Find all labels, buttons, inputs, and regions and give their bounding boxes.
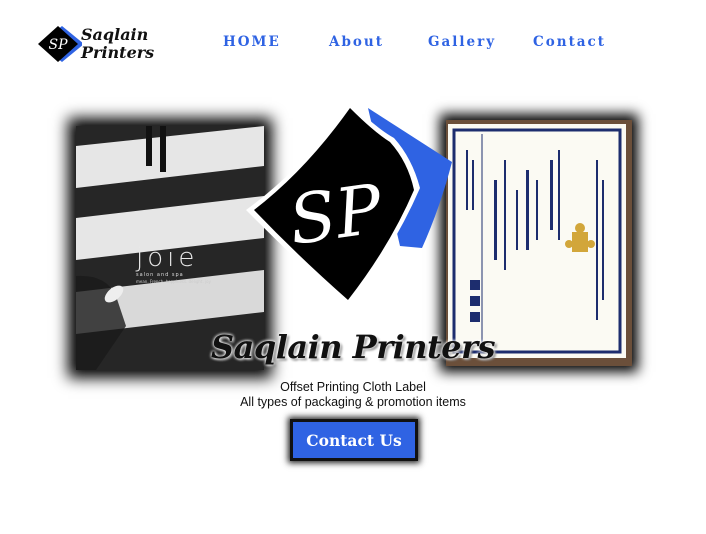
nav-gallery[interactable]: Gallery: [428, 34, 496, 50]
hero-tagline: Offset Printing Cloth Label All types of…: [0, 380, 706, 410]
nav-contact[interactable]: Contact: [533, 34, 606, 50]
svg-text:SP: SP: [284, 170, 388, 261]
salon-flyer-text: joie salon and spa mean. French. happine…: [136, 244, 216, 285]
main-nav: HOME About Gallery Contact: [0, 34, 706, 56]
flyer-tagline: mean. French. happiness. delight. joy: [136, 279, 211, 284]
sp-big-logo-icon: SP: [246, 102, 452, 308]
header: SP Saqlain Printers HOME About Gallery C…: [0, 0, 706, 90]
flyer-word: joie: [136, 243, 199, 273]
contact-us-button[interactable]: Contact Us: [290, 419, 418, 461]
tagline-line-1: Offset Printing Cloth Label: [280, 380, 426, 394]
flyer-subtitle: salon and spa: [136, 272, 184, 278]
nav-about[interactable]: About: [329, 34, 384, 50]
hero-section: joie salon and spa mean. French. happine…: [0, 90, 706, 534]
nav-home[interactable]: HOME: [223, 34, 281, 50]
tagline-line-2: All types of packaging & promotion items: [240, 395, 466, 409]
hero-title: Saqlain Printers: [210, 328, 496, 366]
